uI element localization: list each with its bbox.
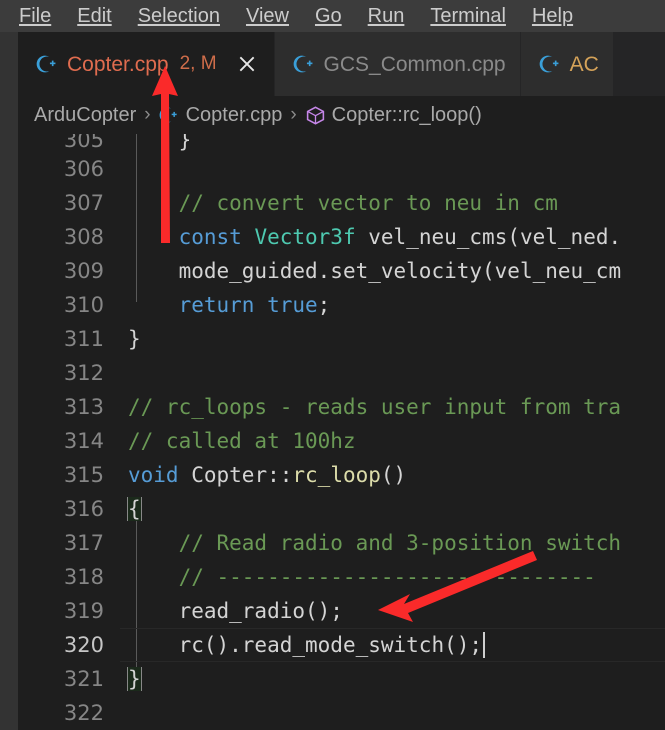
menu-item-go[interactable]: Go xyxy=(302,3,355,29)
line-content: } xyxy=(128,327,141,351)
menu-item-file-label: File xyxy=(19,5,52,27)
line-number: 316 xyxy=(63,497,104,521)
line-content: return true; xyxy=(178,293,331,317)
line-number: 310 xyxy=(63,293,104,317)
line-content: const Vector3f vel_neu_cms(vel_ned. xyxy=(178,225,622,249)
breadcrumb-item-arducopter[interactable]: ArduCopter xyxy=(34,104,136,126)
code-line-314: 314 // called at 100hz xyxy=(18,424,665,458)
text-cursor xyxy=(483,632,486,658)
menu-item-selection-label: Selection xyxy=(137,5,220,27)
line-number: 312 xyxy=(63,361,104,385)
tab-ac[interactable]: AC xyxy=(520,32,614,96)
code-editor[interactable]: 305 } 306 307 // convert vector to neu i… xyxy=(18,134,665,730)
line-content: // ------------------------------ xyxy=(128,565,596,589)
line-number: 317 xyxy=(63,531,104,555)
activity-bar xyxy=(0,32,18,730)
menu-item-terminal-label: Terminal xyxy=(430,5,506,27)
line-content: { xyxy=(120,497,665,521)
code-line-307: 307 // convert vector to neu in cm xyxy=(18,186,665,220)
code-line-308: 308 const Vector3f vel_neu_cms(vel_ned. xyxy=(18,220,665,254)
line-content: rc().read_mode_switch(); xyxy=(120,632,665,658)
menu-item-help[interactable]: Help xyxy=(519,3,586,29)
line-content: void Copter::rc_loop() xyxy=(128,463,407,487)
code-line-313: 313 // rc_loops - reads user input from … xyxy=(18,390,665,424)
cpp-file-icon xyxy=(159,105,179,125)
breadcrumb: ArduCopter › Copter.cpp › Copter::rc_loo… xyxy=(18,96,665,134)
line-number: 319 xyxy=(63,599,104,623)
matching-brace-open: { xyxy=(127,497,142,521)
breadcrumb-separator: › xyxy=(290,104,297,125)
line-number: 318 xyxy=(63,565,104,589)
breadcrumb-item-copter-cpp[interactable]: Copter.cpp xyxy=(159,104,283,126)
code-line-320: 320 rc().read_mode_switch(); xyxy=(18,628,665,662)
line-number: 307 xyxy=(63,191,104,215)
line-number: 321 xyxy=(63,667,104,691)
cpp-file-icon xyxy=(36,53,58,75)
line-number: 305 xyxy=(63,134,104,152)
menu-item-run-label: Run xyxy=(367,5,405,27)
code-line-309: 309 mode_guided.set_velocity(vel_neu_cm xyxy=(18,254,665,288)
line-number: 314 xyxy=(63,429,104,453)
tab-badge-copter-cpp: 2, M xyxy=(179,53,217,74)
line-content: mode_guided.set_velocity(vel_neu_cm xyxy=(178,259,622,283)
code-line-322: 322 xyxy=(18,696,665,730)
vscode-window: File Edit Selection View Go Run Terminal… xyxy=(0,0,665,730)
tab-label-copter-cpp: Copter.cpp xyxy=(67,52,169,76)
menu-item-view[interactable]: View xyxy=(233,3,302,29)
breadcrumb-label-copter-cpp: Copter.cpp xyxy=(185,104,283,126)
tab-gcs-common-cpp[interactable]: GCS_Common.cpp xyxy=(274,32,521,96)
line-content: // Read radio and 3-position switch xyxy=(128,531,622,555)
line-content: // convert vector to neu in cm xyxy=(128,191,558,215)
code-line-305: 305 } xyxy=(18,134,665,152)
menu-item-edit-label: Edit xyxy=(77,5,112,27)
menu-item-help-label: Help xyxy=(531,5,574,27)
code-line-306: 306 xyxy=(18,152,665,186)
code-line-321: 321 } xyxy=(18,662,665,696)
editor-tab-bar: Copter.cpp 2, M GCS_Common.cpp AC xyxy=(18,32,665,96)
menu-item-file[interactable]: File xyxy=(6,3,64,29)
line-content: // rc_loops - reads user input from tra xyxy=(128,395,622,419)
symbol-method-icon xyxy=(305,105,325,125)
line-number: 322 xyxy=(63,701,104,725)
code-line-317: 317 // Read radio and 3-position switch xyxy=(18,526,665,560)
tab-label-ac: AC xyxy=(569,52,599,76)
line-number: 311 xyxy=(63,327,104,351)
breadcrumb-item-rc-loop[interactable]: Copter::rc_loop() xyxy=(305,104,482,126)
code-line-312: 312 xyxy=(18,356,665,390)
line-number: 315 xyxy=(63,463,104,487)
menu-bar: File Edit Selection View Go Run Terminal… xyxy=(0,0,665,32)
menu-item-edit[interactable]: Edit xyxy=(64,3,124,29)
line-number: 306 xyxy=(63,157,104,181)
line-number: 313 xyxy=(63,395,104,419)
line-content: read_radio(); xyxy=(178,599,343,623)
code-line-315: 315 void Copter::rc_loop() xyxy=(18,458,665,492)
tab-copter-cpp[interactable]: Copter.cpp 2, M xyxy=(18,32,275,96)
menu-item-run[interactable]: Run xyxy=(355,3,418,29)
menu-item-terminal[interactable]: Terminal xyxy=(417,3,519,29)
breadcrumb-separator: › xyxy=(144,104,151,125)
tab-label-gcs-common-cpp: GCS_Common.cpp xyxy=(323,52,506,76)
matching-brace-close: } xyxy=(127,667,142,691)
code-line-311: 311 } xyxy=(18,322,665,356)
breadcrumb-label-arducopter: ArduCopter xyxy=(34,104,137,126)
line-content: // called at 100hz xyxy=(128,429,356,453)
line-number: 309 xyxy=(63,259,104,283)
code-line-319: 319 read_radio(); xyxy=(18,594,665,628)
cpp-file-icon xyxy=(293,53,315,75)
breadcrumb-label-rc-loop: Copter::rc_loop() xyxy=(331,104,482,126)
code-line-316: 316 { xyxy=(18,492,665,526)
code-line-318: 318 // ------------------------------ xyxy=(18,560,665,594)
line-content: } xyxy=(128,134,192,152)
menu-item-selection[interactable]: Selection xyxy=(125,3,233,29)
line-number: 320 xyxy=(63,633,104,657)
line-content: } xyxy=(120,667,665,691)
menu-item-go-label: Go xyxy=(314,5,342,27)
cpp-file-icon xyxy=(539,53,561,75)
close-icon[interactable] xyxy=(234,51,260,77)
code-line-310: 310 return true; xyxy=(18,288,665,322)
line-number: 308 xyxy=(63,225,104,249)
menu-item-view-label: View xyxy=(245,5,289,27)
